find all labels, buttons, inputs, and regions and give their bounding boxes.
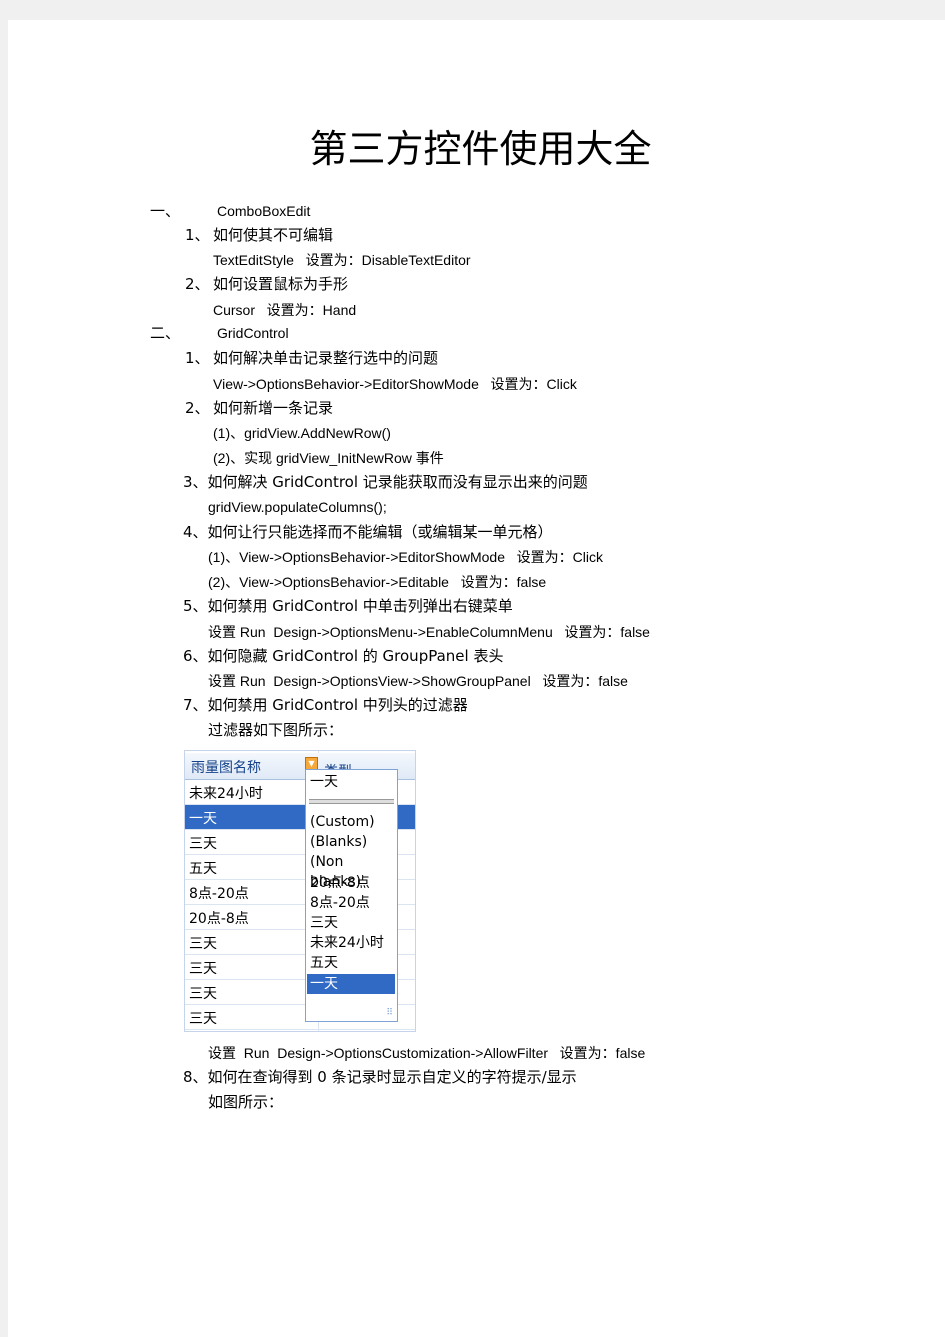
section-heading: ComboBoxEdit: [217, 203, 311, 219]
item-number: 1、: [185, 226, 210, 244]
item-question: 如何设置鼠标为手形: [213, 275, 349, 293]
item-answer: View->OptionsBehavior->EditorShowMode 设置…: [213, 376, 577, 392]
item-answer: (1)、gridView.AddNewRow(): [213, 425, 391, 441]
item-answer: (2)、View->OptionsBehavior->Editable 设置为：…: [208, 574, 547, 590]
section-number: 一、: [150, 202, 181, 220]
grid-cell: 三天: [189, 936, 217, 952]
item-answer: 过滤器如下图所示：: [208, 721, 344, 739]
document-page: 第三方控件使用大全 一、 ComboBoxEdit 1、 如何使其不可编辑 Te…: [8, 20, 945, 1337]
item-answer: (1)、View->OptionsBehavior->EditorShowMod…: [208, 549, 603, 565]
grid-cell: 三天: [189, 836, 217, 852]
filter-option[interactable]: (Custom): [310, 812, 375, 832]
item-answer: 如图所示：: [208, 1093, 284, 1111]
item-answer: 设置 Run Design->OptionsView->ShowGroupPan…: [208, 673, 628, 689]
item-question: 8、如何在查询得到 0 条记录时显示自定义的字符提示/显示: [183, 1068, 577, 1086]
filter-option[interactable]: (Blanks): [310, 832, 367, 852]
item-answer: gridView.populateColumns();: [208, 499, 387, 515]
filter-option[interactable]: 一天: [307, 973, 395, 994]
filter-current: 一天: [310, 774, 338, 790]
item-question: 6、如何隐藏 GridControl 的 GroupPanel 表头: [183, 647, 504, 665]
section-number: 二、: [150, 324, 181, 342]
filter-option[interactable]: 五天: [310, 953, 338, 973]
grid-cell: 三天: [189, 961, 217, 977]
grid-cell: 8点-20点: [189, 886, 249, 902]
item-question: 如何新增一条记录: [213, 399, 334, 417]
grid-cell: 三天: [189, 1011, 217, 1027]
filter-option[interactable]: 未来24小时: [310, 933, 384, 953]
item-answer: Cursor 设置为：Hand: [213, 302, 357, 318]
item-question: 7、如何禁用 GridControl 中列头的过滤器: [183, 696, 468, 714]
filter-option[interactable]: 三天: [310, 913, 338, 933]
item-answer: TextEditStyle 设置为：DisableTextEditor: [213, 252, 471, 268]
grid-cell: 一天: [189, 811, 217, 827]
filter-option[interactable]: (Non blanks): [310, 852, 397, 890]
item-question: 5、如何禁用 GridControl 中单击列弹出右键菜单: [183, 597, 513, 615]
item-answer: (2)、实现 gridView_InitNewRow 事件: [213, 450, 444, 466]
filter-option[interactable]: 8点-20点: [310, 893, 370, 913]
item-question: 4、如何让行只能选择而不能编辑（或编辑某一单元格）: [183, 523, 553, 541]
section-heading: GridControl: [217, 325, 289, 341]
grid-cell: 未来24小时: [189, 786, 263, 802]
filter-dropdown: 一天 (Custom) (Blanks) (Non blanks) 20点-8点 8点-…: [305, 769, 398, 1022]
item-question: 3、如何解决 GridControl 记录能获取而没有显示出来的问题: [183, 473, 588, 491]
grid-cell: 三天: [189, 986, 217, 1002]
grid-cell: 20点-8点: [189, 911, 249, 927]
item-number: 2、: [185, 399, 210, 417]
filter-divider: [309, 799, 394, 804]
column-header-name[interactable]: 雨量图名称: [191, 757, 261, 777]
grid-cell: 五天: [189, 861, 217, 877]
page-title: 第三方控件使用大全: [309, 127, 652, 171]
item-answer: 设置 Run Design->OptionsMenu->EnableColumn…: [208, 624, 650, 640]
item-number: 1、: [185, 349, 210, 367]
item-number: 2、: [185, 275, 210, 293]
item-question: 如何解决单击记录整行选中的问题: [213, 349, 439, 367]
item-answer: 设置 Run Design->OptionsCustomization->All…: [208, 1045, 646, 1061]
grid-screenshot: 雨量图名称 类型 ▼ 未来24小时一天三天五天8点-20点20点-8点三天三天三…: [184, 750, 416, 1032]
resize-grip-icon[interactable]: ⠿: [386, 1008, 393, 1018]
item-question: 如何使其不可编辑: [213, 226, 334, 244]
filter-option[interactable]: 20点-8点: [310, 873, 370, 893]
